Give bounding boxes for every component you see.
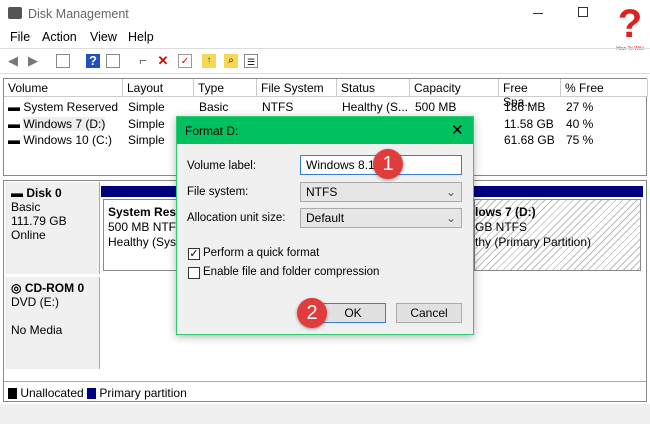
action-pane-icon[interactable]	[106, 54, 120, 68]
cell: Basic	[199, 100, 229, 114]
disk-status: Online	[11, 228, 46, 242]
chevron-down-icon: ⌄	[445, 211, 456, 225]
cell: 27 %	[566, 100, 594, 114]
cell: Simple	[128, 100, 165, 114]
file-system-value: NTFS	[306, 185, 338, 199]
menu-file[interactable]: File	[10, 30, 30, 44]
column-header[interactable]: File System	[257, 79, 337, 97]
column-header[interactable]: Status	[337, 79, 410, 97]
cell: 136 MB	[504, 100, 546, 114]
file-system-label: File system:	[187, 186, 249, 198]
column-header[interactable]: Type	[194, 79, 257, 97]
legend-label: Unallocated	[20, 386, 84, 400]
allocation-unit-select[interactable]: Default ⌄	[300, 208, 462, 228]
quick-format-checkbox[interactable]: ✓	[188, 248, 200, 260]
status-bar	[0, 404, 650, 424]
cell: 500 MB	[415, 100, 457, 114]
column-header[interactable]: % Free	[561, 79, 648, 97]
disk-status: No Media	[11, 323, 63, 337]
title-bar: Disk Management ? How To Wiki	[0, 0, 650, 52]
compression-checkbox[interactable]	[188, 267, 200, 279]
dialog-title: Format D:	[185, 124, 239, 138]
disk-0-label[interactable]: ▬ Disk 0 Basic 111.79 GB Online	[5, 182, 100, 274]
file-system-select[interactable]: NTFS ⌄	[300, 182, 462, 202]
step-badge-2: 2	[297, 298, 327, 328]
column-header[interactable]: Volume	[4, 79, 123, 97]
cancel-button[interactable]: Cancel	[396, 303, 462, 323]
legend-label: Primary partition	[99, 386, 187, 400]
forward-arrow-icon[interactable]: ▶	[26, 54, 40, 68]
menu-action[interactable]: Action	[42, 30, 77, 44]
cell: 11.58 GB	[504, 117, 554, 131]
partition-size: GB NTFS	[475, 220, 528, 234]
cell: Windows 10 (C:)	[23, 133, 113, 147]
column-header[interactable]: Capacity	[410, 79, 499, 97]
connect-icon[interactable]: ⌐	[136, 54, 150, 68]
minimize-button[interactable]	[533, 13, 543, 14]
cdrom-0-label[interactable]: ◎ CD-ROM 0 DVD (E:) No Media	[5, 277, 100, 369]
folder-up-icon[interactable]: ↑	[202, 54, 216, 68]
partition-name: System Reser	[108, 205, 183, 219]
help-icon[interactable]: ?	[86, 54, 100, 68]
partition-name: lows 7 (D:)	[475, 205, 536, 219]
cell: Healthy (S...	[342, 100, 409, 114]
allocation-unit-label: Allocation unit size:	[187, 212, 286, 224]
cell: Simple	[128, 133, 165, 147]
back-arrow-icon[interactable]: ◀	[6, 54, 20, 68]
cell: Windows 7 (D:)	[23, 117, 106, 131]
ok-button[interactable]: OK	[320, 303, 386, 323]
column-header[interactable]: Layout	[123, 79, 194, 97]
partition-status: thy (Primary Partition)	[475, 235, 592, 249]
folder-search-icon[interactable]: ⌕	[224, 54, 238, 68]
list-icon[interactable]: ☰	[244, 54, 258, 68]
disk-size: 111.79 GB	[11, 214, 67, 228]
format-dialog: Format D: ✕ Volume label: Windows 8.1 Fi…	[176, 116, 474, 335]
allocation-unit-value: Default	[306, 211, 345, 225]
disk-type: Basic	[11, 200, 41, 214]
cell: 61.68 GB	[504, 133, 555, 147]
compression-label[interactable]: Enable file and folder compression	[203, 266, 379, 278]
disk-type: DVD (E:)	[11, 295, 59, 309]
volume-label-label: Volume label:	[187, 160, 257, 172]
menu-view[interactable]: View	[90, 30, 117, 44]
menu-bar: File Action View Help	[0, 28, 650, 48]
close-icon[interactable]: ✕	[451, 121, 464, 139]
dialog-title-bar: Format D: ✕	[177, 117, 473, 144]
cell: Simple	[128, 117, 165, 131]
delete-icon[interactable]: ✕	[156, 54, 170, 68]
cell: 75 %	[566, 133, 594, 147]
step-badge-1: 1	[373, 149, 403, 179]
cell: System Reserved	[23, 100, 119, 114]
partition-system-reserved[interactable]: System Reser 500 MB NTFS Healthy (Syste	[103, 199, 183, 271]
disk-management-icon	[8, 7, 22, 19]
menu-help[interactable]: Help	[128, 30, 154, 44]
unallocated-swatch	[8, 388, 17, 400]
partition-status: Healthy (Syste	[108, 235, 183, 249]
legend: Unallocated Primary partition	[4, 381, 646, 401]
disk-name: Disk 0	[26, 186, 62, 200]
console-tree-icon[interactable]	[56, 54, 70, 68]
partition-windows-7[interactable]: lows 7 (D:) GB NTFS thy (Primary Partiti…	[474, 199, 641, 271]
disk-name: CD-ROM 0	[24, 281, 85, 295]
toolbar: ◀ ▶ ? ⌐ ✕ ✓ ↑ ⌕ ☰	[0, 48, 650, 74]
maximize-button[interactable]	[578, 7, 588, 17]
chevron-down-icon: ⌄	[445, 185, 456, 199]
column-header[interactable]: Free Spa...	[499, 79, 561, 109]
properties-icon[interactable]: ✓	[178, 54, 192, 68]
partition-size: 500 MB NTFS	[108, 220, 183, 234]
quick-format-label[interactable]: Perform a quick format	[203, 247, 319, 259]
cell: 40 %	[566, 117, 594, 131]
window-title: Disk Management	[28, 7, 129, 21]
primary-swatch	[87, 388, 97, 400]
cell: NTFS	[262, 100, 294, 114]
